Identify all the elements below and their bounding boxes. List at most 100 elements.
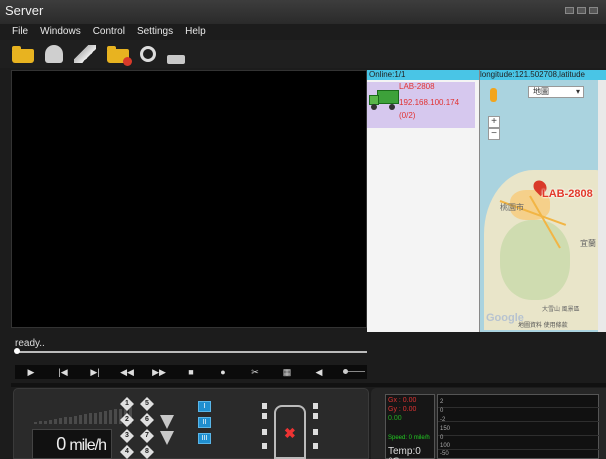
map-type-select[interactable]: 地圖 <box>528 86 584 98</box>
marker-label: LAB-2808 <box>542 188 593 200</box>
pen-icon[interactable] <box>74 45 96 63</box>
close-icon[interactable] <box>589 7 598 14</box>
volume-slider-handle[interactable] <box>343 369 348 374</box>
speed-level-bar <box>104 411 107 425</box>
sensor-indicator <box>262 429 267 435</box>
menu-control[interactable]: Control <box>93 26 125 40</box>
speed-readout: 0 mile/h <box>56 434 107 455</box>
speed-level-bar <box>119 408 122 425</box>
record-button[interactable]: ● <box>207 365 239 379</box>
graph-tick: 0 <box>440 435 444 441</box>
next-button[interactable]: ▶| <box>79 365 111 379</box>
device-list-panel: Online:1/1 LAB-2808 192.168.100.174 (0/2… <box>367 70 479 332</box>
speed-level-bar <box>114 409 117 425</box>
toolbar <box>0 40 606 68</box>
sensor-indicator <box>313 443 318 449</box>
fast-forward-button[interactable]: ▶▶ <box>143 365 175 379</box>
status-text: ready.. <box>15 338 45 349</box>
view-mode-triple-button[interactable]: III <box>198 433 211 444</box>
speed-level-bar <box>79 415 82 425</box>
speed-level-bar <box>44 420 47 425</box>
user-icon[interactable] <box>45 45 63 63</box>
previous-button[interactable]: |◀ <box>47 365 79 379</box>
sensor-indicator <box>262 443 267 449</box>
rewind-button[interactable]: ◀◀ <box>111 365 143 379</box>
map-panel[interactable]: longitude:121.502708,latitude + − 地圖 LAB… <box>479 70 606 332</box>
minimize-icon[interactable] <box>565 7 574 14</box>
place-label: 桃園市 <box>500 203 524 212</box>
speed-level-bar <box>109 410 112 425</box>
channel-6-button[interactable]: 6 <box>140 413 154 427</box>
playback-progress-track[interactable] <box>15 351 367 353</box>
device-ip: 192.168.100.174 <box>399 98 460 107</box>
speed-value: 0 <box>56 434 66 454</box>
view-mode-double-button[interactable]: II <box>198 417 211 428</box>
graph-tick: -50 <box>440 451 449 457</box>
open-folder-icon[interactable] <box>12 46 34 63</box>
sensor-indicator <box>313 403 318 409</box>
sensor-indicator <box>313 413 318 419</box>
channel-7-button[interactable]: 7 <box>140 429 154 443</box>
speed-level-bar <box>59 418 62 425</box>
device-channel-count: (0/2) <box>399 111 416 120</box>
divider <box>11 383 606 387</box>
place-label: 宜蘭 <box>580 239 596 248</box>
speed-level-bar <box>49 419 52 425</box>
grid-button[interactable]: ▦ <box>271 365 303 379</box>
volume-slider-track[interactable] <box>345 371 365 372</box>
menu-bar: File Windows Control Settings Help <box>12 26 206 40</box>
cut-button[interactable]: ✂ <box>239 365 271 379</box>
sensor-indicator <box>313 429 318 435</box>
stop-button[interactable]: ■ <box>175 365 207 379</box>
speed-unit: mile/h <box>69 437 107 454</box>
gy-readout: Gy : 0.00 <box>388 406 417 413</box>
zoom-out-button[interactable]: − <box>488 128 500 140</box>
gz-readout: 0.00 <box>388 415 402 422</box>
parking-sensor-diagram: ✖ <box>258 399 322 459</box>
speed-level-bar <box>39 421 42 425</box>
menu-file[interactable]: File <box>12 26 28 40</box>
place-label: 大雪山 風景區 <box>542 307 580 313</box>
folder-delete-icon[interactable] <box>107 46 132 66</box>
speed-level-bar <box>54 419 57 425</box>
temperature-readout: Temp:0 ℃ <box>388 446 421 459</box>
menu-settings[interactable]: Settings <box>137 26 173 40</box>
device-name: LAB-2808 <box>399 82 435 91</box>
alarm-x-icon: ✖ <box>284 425 296 441</box>
channel-down-icon[interactable] <box>160 431 174 445</box>
menu-windows[interactable]: Windows <box>40 26 81 40</box>
title-bar: Server <box>0 0 606 24</box>
sensor-indicator <box>262 403 267 409</box>
coordinates-header: longitude:121.502708,latitude <box>480 70 606 80</box>
volume-icon[interactable]: ◀ <box>303 365 335 379</box>
sensor-indicator <box>262 413 267 419</box>
speed-level-bar <box>74 415 77 425</box>
menu-help[interactable]: Help <box>185 26 206 40</box>
street-view-pegman-icon[interactable] <box>490 88 497 102</box>
playback-progress-handle[interactable] <box>14 348 20 354</box>
channel-5-button[interactable]: 5 <box>140 397 154 411</box>
view-mode-single-button[interactable]: I <box>198 401 211 412</box>
speedometer: 0 mile/h <box>32 429 112 459</box>
camera-icon[interactable] <box>167 54 185 64</box>
dashboard-right: Gx : 0.00 Gy : 0.00 0.00 Speed: 0 mile/h… <box>371 388 606 459</box>
truck-icon <box>369 88 399 110</box>
speed-level-bar <box>34 422 37 425</box>
dashboard-left: 0 mile/h 1 5 2 6 3 7 4 8 I II III ✖ <box>13 388 369 459</box>
window-controls <box>565 7 598 14</box>
play-button[interactable]: ▶ <box>15 365 47 379</box>
device-item[interactable]: LAB-2808 192.168.100.174 (0/2) <box>367 82 475 128</box>
map-scrollbar[interactable] <box>598 80 606 332</box>
device-list-header: Online:1/1 <box>367 70 479 80</box>
film-reel-icon[interactable] <box>140 46 156 62</box>
zoom-in-button[interactable]: + <box>488 116 500 128</box>
channel-3-button[interactable]: 3 <box>120 429 134 443</box>
channel-8-button[interactable]: 8 <box>140 445 154 459</box>
playback-bar: ▶ |◀ ▶| ◀◀ ▶▶ ■ ● ✂ ▦ ◀ <box>15 365 367 379</box>
video-display[interactable] <box>11 70 367 328</box>
channel-4-button[interactable]: 4 <box>120 445 134 459</box>
map-attribution[interactable]: 地圖資料 使用條款 <box>518 320 568 329</box>
maximize-icon[interactable] <box>577 7 586 14</box>
graph-tick: 150 <box>440 426 451 432</box>
channel-down-icon[interactable] <box>160 415 174 429</box>
